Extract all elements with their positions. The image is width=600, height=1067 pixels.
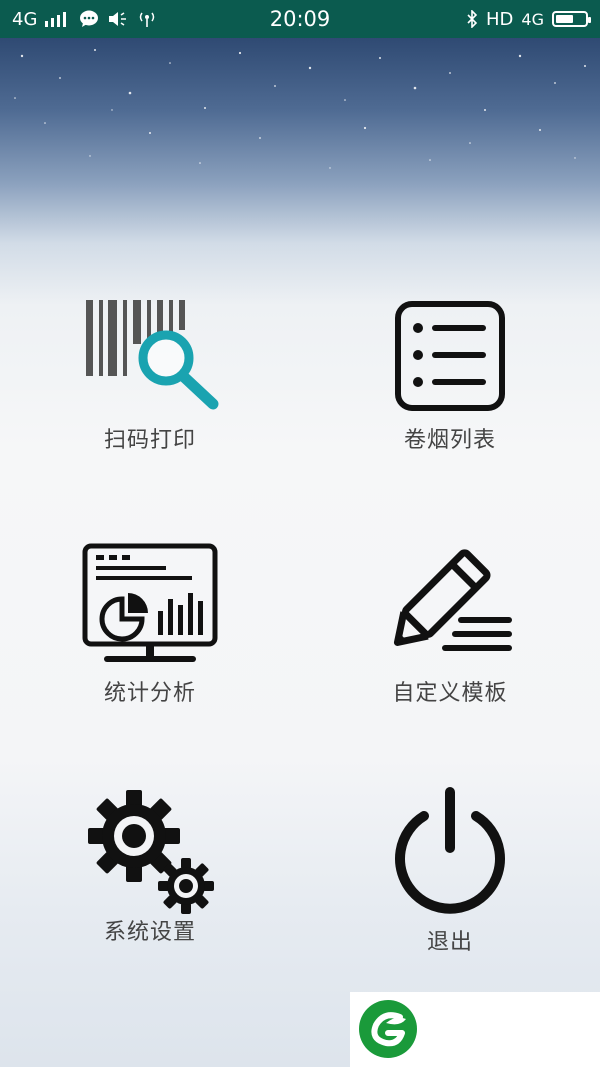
- brand-logo-area: [350, 992, 600, 1067]
- monitor-chart-icon: [82, 543, 218, 662]
- vibrate-icon: [109, 12, 127, 26]
- exit-button[interactable]: 退出: [300, 786, 600, 956]
- statistics-analysis-button[interactable]: 统计分析: [0, 543, 300, 707]
- bluetooth-icon: [467, 10, 478, 28]
- custom-template-label: 自定义模板: [392, 681, 508, 706]
- statistics-analysis-label: 统计分析: [103, 681, 196, 706]
- pencil-edit-icon: [393, 549, 512, 651]
- battery-level: [556, 15, 573, 23]
- gears-icon: [88, 790, 214, 914]
- battery-icon: [552, 11, 591, 27]
- hd-label: HD: [486, 8, 514, 30]
- custom-template-button[interactable]: 自定义模板: [300, 545, 600, 707]
- scan-print-button[interactable]: 扫码打印: [0, 296, 300, 454]
- signal-icon: [45, 12, 67, 27]
- cigarette-list-button[interactable]: 卷烟列表: [300, 300, 600, 454]
- network-type-left: 4G: [12, 8, 38, 30]
- chat-bubble-icon: [80, 10, 99, 27]
- starry-sky: [14, 49, 586, 169]
- barcode-search-icon: [86, 300, 219, 410]
- status-bar: 4G 20:09 HD 4G: [0, 0, 600, 38]
- network-type-right: 4G: [521, 9, 544, 29]
- hotspot-icon: [140, 12, 155, 27]
- leaf-g-logo-icon: [359, 1000, 417, 1058]
- scan-print-label: 扫码打印: [103, 428, 196, 453]
- exit-label: 退出: [426, 930, 473, 955]
- list-icon: [395, 301, 505, 411]
- cigarette-list-label: 卷烟列表: [403, 428, 496, 453]
- system-settings-button[interactable]: 系统设置: [0, 788, 300, 946]
- system-settings-label: 系统设置: [103, 920, 196, 945]
- power-icon: [395, 787, 505, 914]
